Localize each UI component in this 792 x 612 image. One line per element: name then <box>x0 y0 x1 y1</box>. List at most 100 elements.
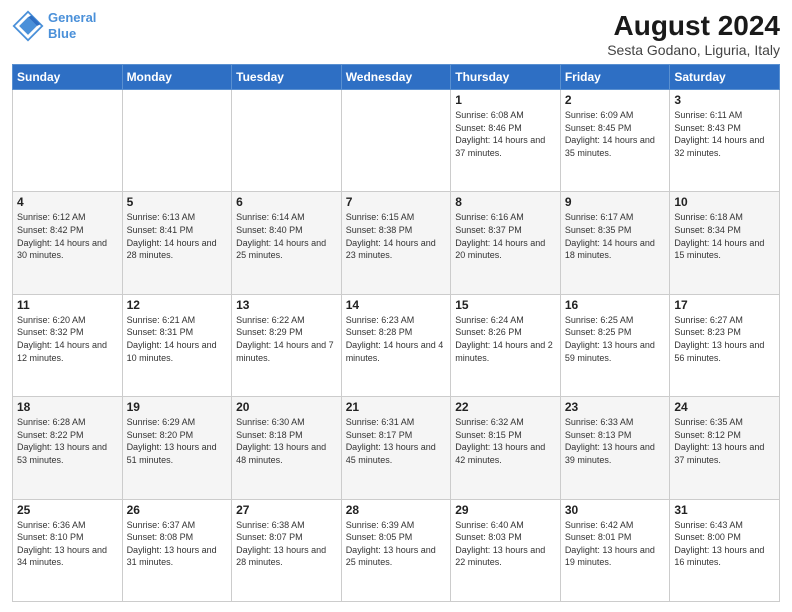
calendar-cell: 13 Sunrise: 6:22 AM Sunset: 8:29 PM Dayli… <box>232 294 342 396</box>
day-info: Sunrise: 6:22 AM Sunset: 8:29 PM Dayligh… <box>236 314 337 364</box>
day-info: Sunrise: 6:38 AM Sunset: 8:07 PM Dayligh… <box>236 519 337 569</box>
day-info: Sunrise: 6:31 AM Sunset: 8:17 PM Dayligh… <box>346 416 447 466</box>
day-info: Sunrise: 6:11 AM Sunset: 8:43 PM Dayligh… <box>674 109 775 159</box>
calendar-cell: 6Sunrise: 6:14 AM Sunset: 8:40 PM Daylig… <box>232 192 342 294</box>
day-number: 11 <box>17 298 118 312</box>
header: General Blue August 2024 Sesta Godano, L… <box>12 10 780 58</box>
calendar-cell: 24Sunrise: 6:35 AM Sunset: 8:12 PM Dayli… <box>670 397 780 499</box>
day-number: 13 <box>236 298 337 312</box>
logo-line2: Blue <box>48 26 76 41</box>
week-row-0: 1 Sunrise: 6:08 AM Sunset: 8:46 PM Daylig… <box>13 90 780 192</box>
week-row-3: 18Sunrise: 6:28 AM Sunset: 8:22 PM Dayli… <box>13 397 780 499</box>
calendar-cell: 15 Sunrise: 6:24 AM Sunset: 8:26 PM Dayli… <box>451 294 561 396</box>
calendar-header: Sunday Monday Tuesday Wednesday Thursday… <box>13 65 780 90</box>
calendar-cell: 21 Sunrise: 6:31 AM Sunset: 8:17 PM Dayli… <box>341 397 451 499</box>
logo-text: General Blue <box>48 10 96 41</box>
day-info: Sunrise: 6:15 AM Sunset: 8:38 PM Dayligh… <box>346 211 447 261</box>
day-number: 17 <box>674 298 775 312</box>
day-info: Sunrise: 6:39 AM Sunset: 8:05 PM Dayligh… <box>346 519 447 569</box>
day-info: Sunrise: 6:29 AM Sunset: 8:20 PM Dayligh… <box>127 416 228 466</box>
calendar-cell: 8 Sunrise: 6:16 AM Sunset: 8:37 PM Daylig… <box>451 192 561 294</box>
day-number: 1 <box>455 93 556 107</box>
day-number: 6 <box>236 195 337 209</box>
calendar-cell <box>122 90 232 192</box>
calendar-cell: 31 Sunrise: 6:43 AM Sunset: 8:00 PM Dayli… <box>670 499 780 601</box>
calendar-cell: 10Sunrise: 6:18 AM Sunset: 8:34 PM Dayli… <box>670 192 780 294</box>
calendar-cell <box>13 90 123 192</box>
day-info: Sunrise: 6:43 AM Sunset: 8:00 PM Dayligh… <box>674 519 775 569</box>
calendar-cell: 29 Sunrise: 6:40 AM Sunset: 8:03 PM Dayli… <box>451 499 561 601</box>
header-friday: Friday <box>560 65 670 90</box>
day-number: 12 <box>127 298 228 312</box>
calendar-cell: 5 Sunrise: 6:13 AM Sunset: 8:41 PM Daylig… <box>122 192 232 294</box>
day-number: 29 <box>455 503 556 517</box>
day-info: Sunrise: 6:20 AM Sunset: 8:32 PM Dayligh… <box>17 314 118 364</box>
logo-icon <box>12 10 44 42</box>
day-number: 8 <box>455 195 556 209</box>
day-info: Sunrise: 6:08 AM Sunset: 8:46 PM Dayligh… <box>455 109 556 159</box>
header-thursday: Thursday <box>451 65 561 90</box>
day-number: 19 <box>127 400 228 414</box>
day-info: Sunrise: 6:27 AM Sunset: 8:23 PM Dayligh… <box>674 314 775 364</box>
day-number: 5 <box>127 195 228 209</box>
day-number: 14 <box>346 298 447 312</box>
day-number: 18 <box>17 400 118 414</box>
day-number: 2 <box>565 93 666 107</box>
day-number: 3 <box>674 93 775 107</box>
day-number: 4 <box>17 195 118 209</box>
calendar-cell: 27 Sunrise: 6:38 AM Sunset: 8:07 PM Dayli… <box>232 499 342 601</box>
header-sunday: Sunday <box>13 65 123 90</box>
day-number: 15 <box>455 298 556 312</box>
calendar-cell: 26 Sunrise: 6:37 AM Sunset: 8:08 PM Dayli… <box>122 499 232 601</box>
day-info: Sunrise: 6:24 AM Sunset: 8:26 PM Dayligh… <box>455 314 556 364</box>
header-monday: Monday <box>122 65 232 90</box>
day-number: 7 <box>346 195 447 209</box>
day-info: Sunrise: 6:21 AM Sunset: 8:31 PM Dayligh… <box>127 314 228 364</box>
day-info: Sunrise: 6:13 AM Sunset: 8:41 PM Dayligh… <box>127 211 228 261</box>
day-info: Sunrise: 6:40 AM Sunset: 8:03 PM Dayligh… <box>455 519 556 569</box>
calendar-cell: 1 Sunrise: 6:08 AM Sunset: 8:46 PM Daylig… <box>451 90 561 192</box>
day-number: 31 <box>674 503 775 517</box>
day-number: 22 <box>455 400 556 414</box>
calendar-cell: 28 Sunrise: 6:39 AM Sunset: 8:05 PM Dayli… <box>341 499 451 601</box>
day-info: Sunrise: 6:36 AM Sunset: 8:10 PM Dayligh… <box>17 519 118 569</box>
header-tuesday: Tuesday <box>232 65 342 90</box>
logo: General Blue <box>12 10 96 42</box>
calendar-cell: 16 Sunrise: 6:25 AM Sunset: 8:25 PM Dayli… <box>560 294 670 396</box>
day-info: Sunrise: 6:17 AM Sunset: 8:35 PM Dayligh… <box>565 211 666 261</box>
calendar-body: 1 Sunrise: 6:08 AM Sunset: 8:46 PM Daylig… <box>13 90 780 602</box>
title-block: August 2024 Sesta Godano, Liguria, Italy <box>607 10 780 58</box>
header-wednesday: Wednesday <box>341 65 451 90</box>
day-number: 27 <box>236 503 337 517</box>
calendar-cell: 18Sunrise: 6:28 AM Sunset: 8:22 PM Dayli… <box>13 397 123 499</box>
day-number: 23 <box>565 400 666 414</box>
header-row: Sunday Monday Tuesday Wednesday Thursday… <box>13 65 780 90</box>
calendar-cell: 25 Sunrise: 6:36 AM Sunset: 8:10 PM Dayli… <box>13 499 123 601</box>
day-number: 21 <box>346 400 447 414</box>
calendar-cell: 12 Sunrise: 6:21 AM Sunset: 8:31 PM Dayli… <box>122 294 232 396</box>
calendar-cell: 14Sunrise: 6:23 AM Sunset: 8:28 PM Dayli… <box>341 294 451 396</box>
day-number: 26 <box>127 503 228 517</box>
calendar-cell: 11 Sunrise: 6:20 AM Sunset: 8:32 PM Dayli… <box>13 294 123 396</box>
day-info: Sunrise: 6:25 AM Sunset: 8:25 PM Dayligh… <box>565 314 666 364</box>
week-row-1: 4 Sunrise: 6:12 AM Sunset: 8:42 PM Daylig… <box>13 192 780 294</box>
day-info: Sunrise: 6:16 AM Sunset: 8:37 PM Dayligh… <box>455 211 556 261</box>
day-number: 25 <box>17 503 118 517</box>
calendar-cell: 30Sunrise: 6:42 AM Sunset: 8:01 PM Dayli… <box>560 499 670 601</box>
calendar-cell: 23 Sunrise: 6:33 AM Sunset: 8:13 PM Dayli… <box>560 397 670 499</box>
day-number: 24 <box>674 400 775 414</box>
calendar-cell <box>232 90 342 192</box>
calendar-cell <box>341 90 451 192</box>
day-info: Sunrise: 6:33 AM Sunset: 8:13 PM Dayligh… <box>565 416 666 466</box>
calendar: Sunday Monday Tuesday Wednesday Thursday… <box>12 64 780 602</box>
day-number: 20 <box>236 400 337 414</box>
week-row-2: 11 Sunrise: 6:20 AM Sunset: 8:32 PM Dayli… <box>13 294 780 396</box>
day-info: Sunrise: 6:37 AM Sunset: 8:08 PM Dayligh… <box>127 519 228 569</box>
day-info: Sunrise: 6:42 AM Sunset: 8:01 PM Dayligh… <box>565 519 666 569</box>
calendar-cell: 22Sunrise: 6:32 AM Sunset: 8:15 PM Dayli… <box>451 397 561 499</box>
day-number: 10 <box>674 195 775 209</box>
day-number: 16 <box>565 298 666 312</box>
day-number: 28 <box>346 503 447 517</box>
day-info: Sunrise: 6:12 AM Sunset: 8:42 PM Dayligh… <box>17 211 118 261</box>
subtitle: Sesta Godano, Liguria, Italy <box>607 42 780 58</box>
